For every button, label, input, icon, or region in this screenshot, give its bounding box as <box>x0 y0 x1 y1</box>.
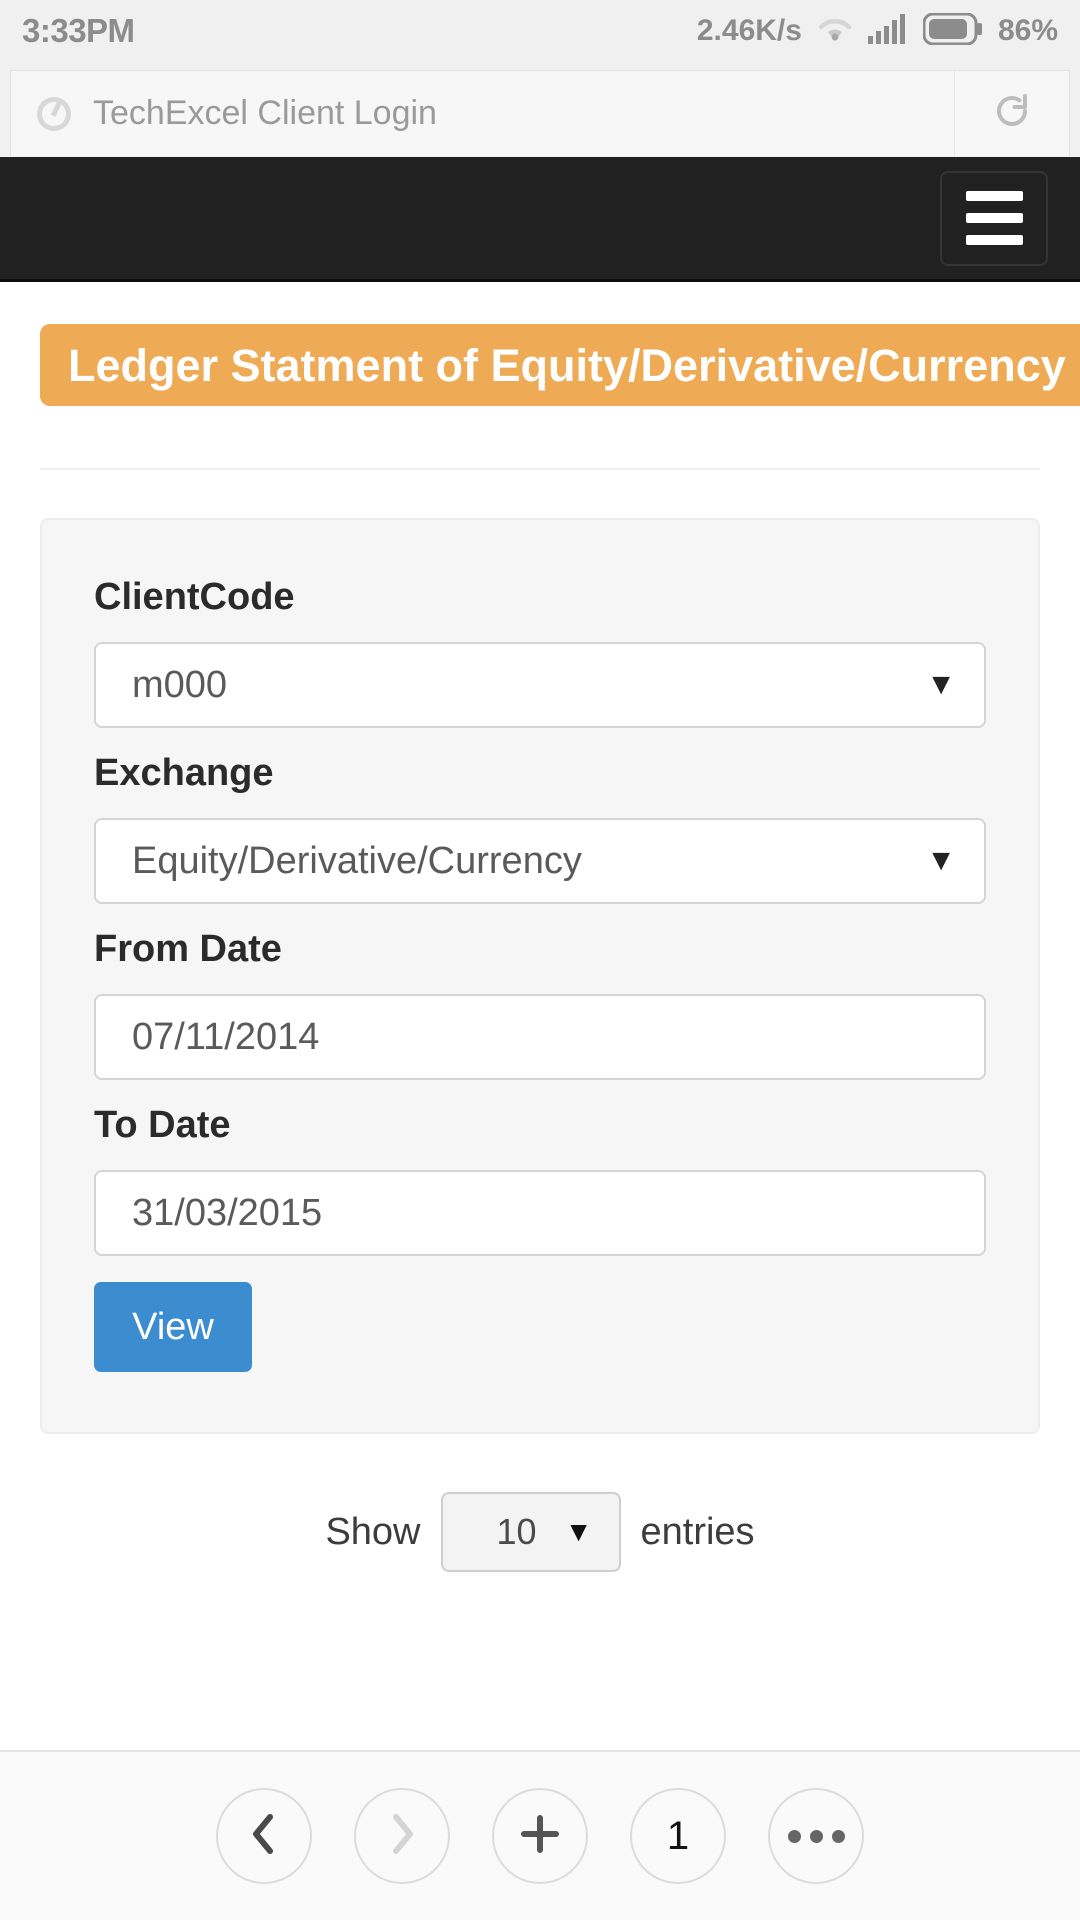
hamburger-bar <box>965 235 1023 245</box>
entries-select[interactable]: 10 ▼ <box>440 1492 621 1572</box>
hamburger-bar <box>965 191 1023 201</box>
refresh-icon <box>989 88 1035 139</box>
battery-percent-label: 86% <box>997 14 1058 47</box>
table-length-control: Show 10 ▼ entries <box>0 1492 1080 1572</box>
clientcode-value: m000 <box>132 663 228 706</box>
browser-bottom-toolbar: 1 <box>0 1750 1080 1920</box>
browser-menu-button[interactable] <box>768 1788 864 1884</box>
exchange-select[interactable]: Equity/Derivative/Currency ▼ <box>94 818 986 904</box>
signal-icon <box>867 13 908 49</box>
view-button[interactable]: View <box>94 1282 252 1372</box>
hamburger-bar <box>965 213 1023 223</box>
chevron-right-icon <box>384 1812 420 1861</box>
exchange-value: Equity/Derivative/Currency <box>132 839 582 882</box>
site-navbar <box>0 157 1080 282</box>
clientcode-select[interactable]: m000 ▼ <box>94 642 986 728</box>
plus-icon <box>518 1812 562 1861</box>
browser-url-bar-container: TechExcel Client Login <box>0 62 1080 157</box>
page-title-label: TechExcel Client Login <box>93 94 437 132</box>
battery-icon <box>922 12 983 50</box>
page-globe-icon <box>31 90 77 137</box>
status-bar-indicators: 2.46K/s 86% <box>696 12 1058 50</box>
hamburger-icon[interactable] <box>940 170 1048 266</box>
exchange-label: Exchange <box>94 752 274 794</box>
page-banner: Ledger Statment of Equity/Derivative/Cur… <box>40 324 1080 406</box>
url-input[interactable]: TechExcel Client Login <box>11 71 954 156</box>
from-date-input[interactable]: 07/11/2014 <box>94 994 986 1080</box>
clientcode-label: ClientCode <box>94 576 295 618</box>
chevron-down-icon: ▼ <box>926 668 956 701</box>
new-tab-button[interactable] <box>492 1788 588 1884</box>
from-date-value: 07/11/2014 <box>132 1015 320 1058</box>
from-date-label: From Date <box>94 928 282 970</box>
forward-button[interactable] <box>354 1788 450 1884</box>
wifi-icon <box>817 15 853 48</box>
chevron-left-icon <box>246 1812 282 1861</box>
browser-url-bar[interactable]: TechExcel Client Login <box>10 70 1070 156</box>
status-bar: 3:33PM 2.46K/s 86% <box>0 0 1080 62</box>
chevron-down-icon: ▼ <box>564 1516 593 1547</box>
more-horizontal-icon <box>787 1829 845 1843</box>
tab-count-label: 1 <box>666 1813 690 1858</box>
status-bar-clock: 3:33PM <box>22 12 135 49</box>
network-speed-label: 2.46K/s <box>696 14 802 47</box>
show-label: Show <box>325 1510 421 1553</box>
refresh-button[interactable] <box>954 71 1069 156</box>
to-date-value: 31/03/2015 <box>132 1191 323 1234</box>
back-button[interactable] <box>216 1788 312 1884</box>
entries-value: 10 <box>496 1511 537 1552</box>
tab-count-button[interactable]: 1 <box>630 1788 726 1884</box>
divider <box>40 468 1040 470</box>
page-content: Ledger Statment of Equity/Derivative/Cur… <box>0 324 1080 1572</box>
mobile-screen: 3:33PM 2.46K/s 86% TechExcel Client Logi… <box>0 0 1080 1920</box>
page-title: Ledger Statment of Equity/Derivative/Cur… <box>68 339 1066 391</box>
entries-label: entries <box>640 1510 755 1553</box>
to-date-label: To Date <box>94 1104 231 1146</box>
ledger-filter-panel: ClientCode m000 ▼ Exchange Equity/Deriva… <box>40 518 1040 1434</box>
to-date-input[interactable]: 31/03/2015 <box>94 1170 986 1256</box>
chevron-down-icon: ▼ <box>926 844 956 877</box>
